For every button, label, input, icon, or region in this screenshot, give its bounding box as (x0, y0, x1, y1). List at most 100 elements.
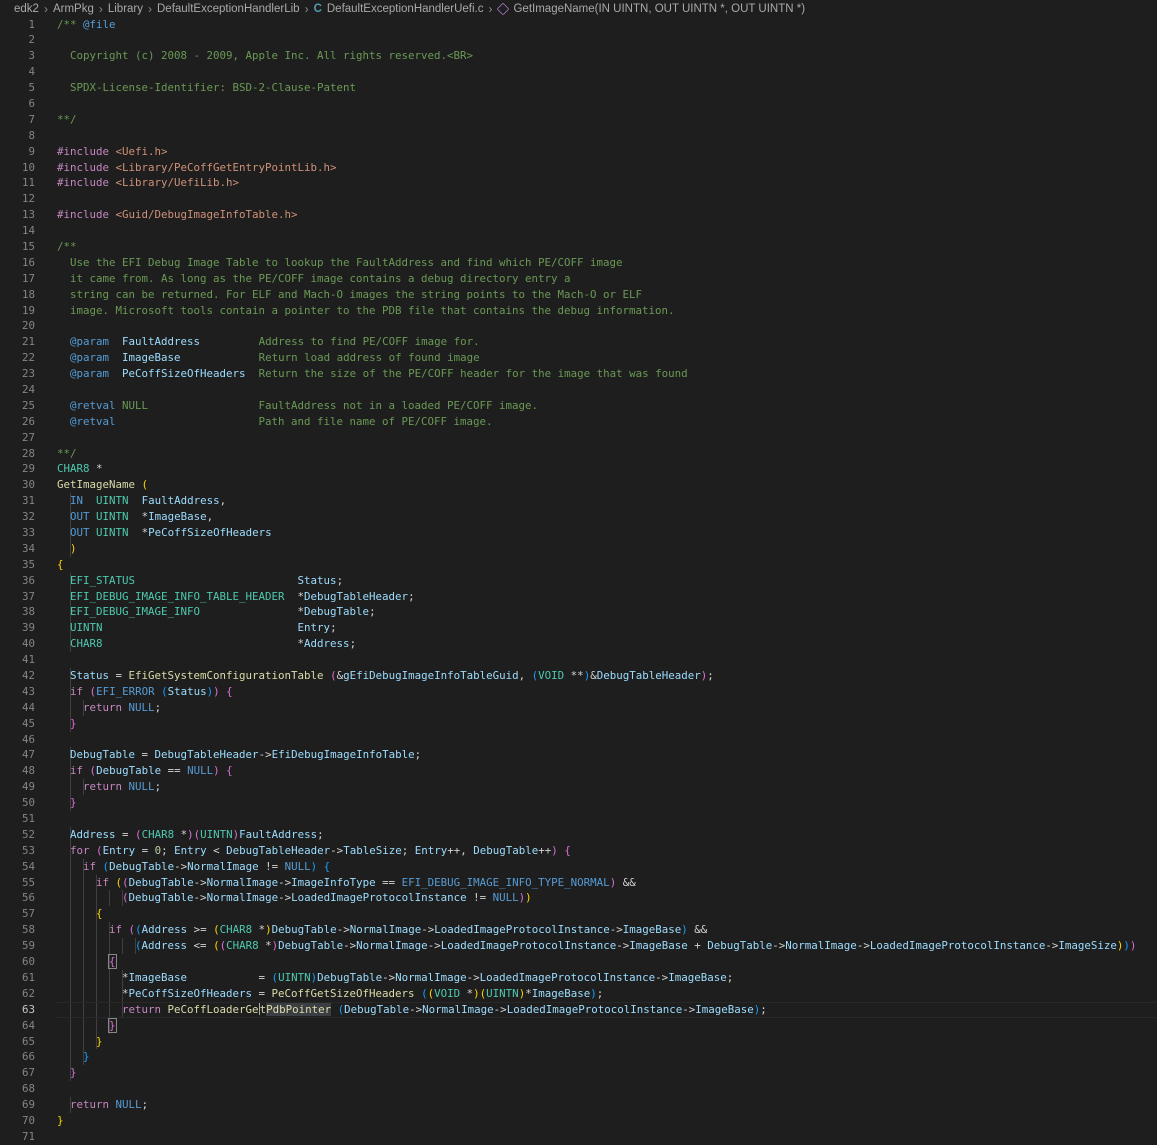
breadcrumb-item-library[interactable]: Library (108, 3, 143, 15)
code-line[interactable]: 31 IN UINTN FaultAddress, (0, 493, 1157, 510)
breadcrumb-item-armpkg[interactable]: ArmPkg (53, 3, 94, 15)
code-token: return (122, 1002, 162, 1016)
code-line[interactable]: 62 *PeCoffSizeOfHeaders = PeCoffGetSizeO… (0, 985, 1157, 1002)
code-line[interactable]: 25 @retval NULL FaultAddress not in a lo… (0, 398, 1157, 414)
code-line[interactable]: 42 Status = EfiGetSystemConfigurationTab… (0, 668, 1157, 684)
code-line[interactable]: 16 Use the EFI Debug Image Table to look… (0, 255, 1157, 271)
code-line[interactable]: 27 (0, 430, 1157, 446)
code-token: Return load address of found image (180, 351, 480, 365)
code-line[interactable]: 41 (0, 652, 1157, 668)
breadcrumb-item-edk2[interactable]: edk2 (14, 3, 39, 15)
code-line[interactable]: 20 (0, 318, 1157, 334)
code-line[interactable]: 29 CHAR8 * (0, 461, 1157, 477)
code-line[interactable]: 3 Copyright (c) 2008 - 2009, Apple Inc. … (0, 48, 1157, 64)
code-line[interactable]: 55 if ((DebugTable->NormalImage->ImageIn… (0, 874, 1157, 891)
code-line[interactable]: 71 (0, 1129, 1157, 1145)
code-line[interactable]: 59 (Address <= ((CHAR8 *)DebugTable->Nor… (0, 938, 1157, 955)
code-line[interactable]: 14 (0, 223, 1157, 239)
code-token: ) (753, 1002, 761, 1016)
code-line[interactable]: 65 } (0, 1033, 1157, 1050)
code-line[interactable]: 28 **/ (0, 446, 1157, 462)
code-line[interactable]: 7 **/ (0, 112, 1157, 128)
code-line[interactable]: 64 } (0, 1017, 1157, 1034)
code-line[interactable]: 60 { (0, 954, 1157, 970)
code-line[interactable]: 32 OUT UINTN *ImageBase, (0, 509, 1157, 525)
line-number: 4 (28, 65, 35, 79)
code-line[interactable]: 44 return NULL; (0, 699, 1157, 716)
code-line[interactable]: 17 it came from. As long as the PE/COFF … (0, 271, 1157, 287)
code-line[interactable]: 50 } (0, 795, 1157, 812)
code-line[interactable]: 66 } (0, 1049, 1157, 1066)
breadcrumb-item-lib-folder[interactable]: DefaultExceptionHandlerLib (157, 3, 300, 15)
code-token: ; (726, 970, 734, 984)
code-line[interactable]: 68 (0, 1081, 1157, 1097)
chevron-right-icon: › (43, 2, 48, 16)
code-line[interactable]: 34 ) (0, 540, 1157, 557)
code-line[interactable]: 21 @param FaultAddress Address to find P… (0, 334, 1157, 350)
code-token: @file (83, 17, 116, 31)
code-line[interactable]: 37 EFI_DEBUG_IMAGE_INFO_TABLE_HEADER *De… (0, 588, 1157, 605)
code-text: } (57, 1113, 64, 1129)
code-line[interactable]: 61 *ImageBase = (UINTN)DebugTable->Norma… (0, 969, 1157, 986)
code-line[interactable]: 47 DebugTable = DebugTableHeader->EfiDeb… (0, 747, 1157, 764)
code-line[interactable]: 36 EFI_STATUS Status; (0, 572, 1157, 589)
chevron-right-icon: › (98, 2, 103, 16)
code-line[interactable]: 4 (0, 64, 1157, 80)
code-line[interactable]: 40 CHAR8 *Address; (0, 636, 1157, 653)
code-token: * (57, 986, 129, 1000)
code-line[interactable]: 18 string can be returned. For ELF and M… (0, 287, 1157, 303)
code-line[interactable]: 52 Address = (CHAR8 *)(UINTN)FaultAddres… (0, 826, 1157, 843)
code-token: DebugTable (128, 891, 194, 905)
breadcrumb-file[interactable]: DefaultExceptionHandlerUefi.c (327, 3, 484, 15)
code-line[interactable]: 9 #include <Uefi.h> (0, 144, 1157, 160)
code-line[interactable]: 33 OUT UINTN *PeCoffSizeOfHeaders (0, 525, 1157, 541)
code-line[interactable]: 49 return NULL; (0, 779, 1157, 796)
code-line[interactable]: 54 if (DebugTable->NormalImage != NULL) … (0, 858, 1157, 875)
code-line[interactable]: 69 return NULL; (0, 1097, 1157, 1113)
code-line[interactable]: 6 (0, 96, 1157, 112)
code-line[interactable]: 38 EFI_DEBUG_IMAGE_INFO *DebugTable; (0, 604, 1157, 621)
line-number: 67 (21, 1066, 35, 1080)
code-line[interactable]: 5 SPDX-License-Identifier: BSD-2-Clause-… (0, 80, 1157, 96)
code-line[interactable]: 57 { (0, 906, 1157, 923)
code-line[interactable]: 2 (0, 32, 1157, 48)
code-line[interactable]: 23 @param PeCoffSizeOfHeaders Return the… (0, 366, 1157, 382)
line-number: 27 (21, 430, 35, 444)
code-line[interactable]: 10 #include <Library/PeCoffGetEntryPointL… (0, 160, 1157, 176)
line-number: 57 (21, 907, 35, 921)
code-line[interactable]: 15 /** (0, 239, 1157, 255)
code-line[interactable]: 8 (0, 128, 1157, 144)
code-line[interactable]: 39 UINTN Entry; (0, 620, 1157, 637)
code-line[interactable]: 24 (0, 382, 1157, 398)
code-line[interactable]: 30 GetImageName ( (0, 477, 1157, 493)
code-line[interactable]: 26 @retval Path and file name of PE/COFF… (0, 414, 1157, 430)
line-number: 10 (21, 160, 35, 174)
code-line[interactable]: 19 image. Microsoft tools contain a poin… (0, 303, 1157, 319)
code-line[interactable]: 48 if (DebugTable == NULL) { (0, 763, 1157, 780)
line-number: 18 (21, 287, 35, 301)
breadcrumb-symbol[interactable]: GetImageName(IN UINTN, OUT UINTN *, OUT … (513, 3, 805, 15)
code-token: } (70, 796, 77, 810)
code-line[interactable]: 22 @param ImageBase Return load address … (0, 350, 1157, 366)
line-number: 63 (21, 1002, 35, 1016)
code-line[interactable]: 63 return PeCoffLoaderGetPdbPointer (Deb… (0, 1001, 1157, 1018)
code-line[interactable]: 13 #include <Guid/DebugImageInfoTable.h> (0, 207, 1157, 223)
code-line[interactable]: 35 { (0, 557, 1157, 573)
code-text: /** @file (57, 17, 116, 33)
code-line[interactable]: 53 for (Entry = 0; Entry < DebugTableHea… (0, 842, 1157, 859)
code-line[interactable]: 45 } (0, 715, 1157, 732)
code-line[interactable]: 46 (0, 732, 1157, 748)
code-line[interactable]: 12 (0, 191, 1157, 207)
code-line[interactable]: 43 if (EFI_ERROR (Status)) { (0, 683, 1157, 700)
line-number: 44 (21, 700, 35, 714)
code-line[interactable]: 11 #include <Library/UefiLib.h> (0, 175, 1157, 191)
code-line[interactable]: 56 (DebugTable->NormalImage->LoadedImage… (0, 890, 1157, 907)
code-line[interactable]: 70} (0, 1113, 1157, 1129)
code-token: if (109, 923, 123, 937)
code-line[interactable]: 67 } (0, 1065, 1157, 1082)
code-line[interactable]: 58 if ((Address >= (CHAR8 *)DebugTable->… (0, 922, 1157, 939)
code-editor[interactable]: 1/** @file 2 3 Copyright (c) 2008 - 2009, … (0, 17, 1157, 1145)
code-line[interactable]: 1 /** @file (0, 17, 1157, 33)
code-line[interactable]: 51 (0, 811, 1157, 827)
